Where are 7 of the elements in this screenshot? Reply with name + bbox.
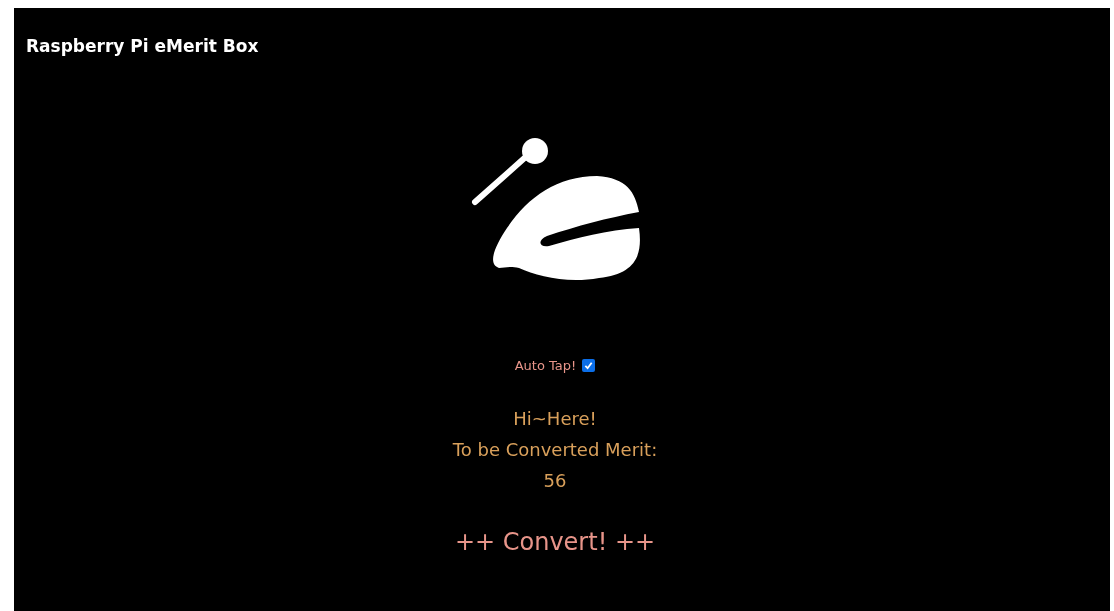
merit-count: 56 [543, 469, 567, 493]
auto-tap-checkbox[interactable] [582, 358, 596, 372]
merit-label: To be Converted Merit: [452, 438, 658, 462]
page-title: Raspberry Pi eMerit Box [25, 35, 259, 58]
convert-button[interactable]: ++ Convert! ++ [454, 524, 656, 560]
auto-tap-label: Auto Tap! [514, 356, 577, 375]
greeting-text: Hi~Here! [513, 407, 597, 431]
